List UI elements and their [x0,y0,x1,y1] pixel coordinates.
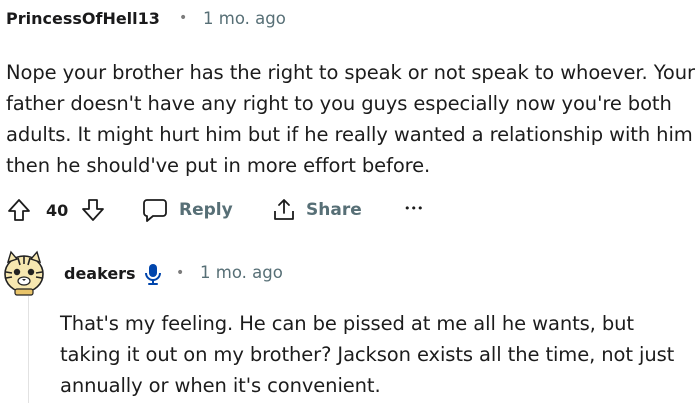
share-label: Share [306,200,362,220]
comment-body: Nope your brother has the right to speak… [6,61,695,177]
comment-timestamp[interactable]: 1 mo. ago [203,9,286,28]
comment-bubble-icon [141,197,169,223]
tiger-avatar[interactable] [2,248,46,296]
meta-separator: • [176,265,185,281]
vote-count: 40 [46,200,69,220]
share-button[interactable]: Share [270,196,362,224]
comment-body: That's my feeling. He can be pissed at m… [60,312,675,397]
vote-group: 40 [6,196,106,224]
microphone-icon [143,262,163,286]
share-icon [270,197,298,223]
reply-label: Reply [179,200,233,220]
thread-line[interactable] [28,296,29,403]
meta-separator: • [179,10,188,26]
reply-button[interactable]: Reply [141,196,233,224]
comment-author[interactable]: deakers [64,264,136,283]
more-options-icon[interactable]: ••• [404,202,423,215]
downvote-icon[interactable] [80,197,106,223]
comment-author[interactable]: PrincessOfHell13 [6,9,160,28]
comment-timestamp[interactable]: 1 mo. ago [200,263,283,282]
upvote-icon[interactable] [6,197,32,223]
